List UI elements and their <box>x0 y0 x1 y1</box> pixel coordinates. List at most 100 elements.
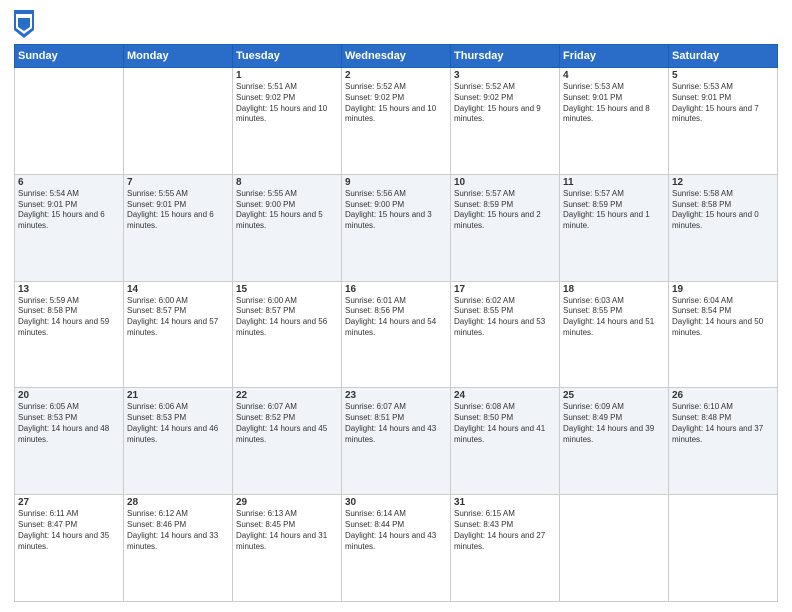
calendar-cell: 6Sunrise: 5:54 AM Sunset: 9:01 PM Daylig… <box>15 174 124 281</box>
calendar-cell: 11Sunrise: 5:57 AM Sunset: 8:59 PM Dayli… <box>560 174 669 281</box>
day-info: Sunrise: 6:03 AM Sunset: 8:55 PM Dayligh… <box>563 296 665 339</box>
day-number: 26 <box>672 390 774 401</box>
day-number: 23 <box>345 390 447 401</box>
day-number: 8 <box>236 177 338 188</box>
day-info: Sunrise: 5:52 AM Sunset: 9:02 PM Dayligh… <box>345 82 447 125</box>
day-info: Sunrise: 6:06 AM Sunset: 8:53 PM Dayligh… <box>127 402 229 445</box>
day-number: 11 <box>563 177 665 188</box>
day-number: 5 <box>672 70 774 81</box>
weekday-header: Friday <box>560 45 669 68</box>
calendar-week-row: 20Sunrise: 6:05 AM Sunset: 8:53 PM Dayli… <box>15 388 778 495</box>
calendar-cell: 10Sunrise: 5:57 AM Sunset: 8:59 PM Dayli… <box>451 174 560 281</box>
day-number: 22 <box>236 390 338 401</box>
day-number: 18 <box>563 284 665 295</box>
weekday-header-row: SundayMondayTuesdayWednesdayThursdayFrid… <box>15 45 778 68</box>
calendar-cell: 5Sunrise: 5:53 AM Sunset: 9:01 PM Daylig… <box>669 68 778 175</box>
calendar-week-row: 1Sunrise: 5:51 AM Sunset: 9:02 PM Daylig… <box>15 68 778 175</box>
day-info: Sunrise: 5:58 AM Sunset: 8:58 PM Dayligh… <box>672 189 774 232</box>
calendar-cell <box>15 68 124 175</box>
day-number: 21 <box>127 390 229 401</box>
day-number: 4 <box>563 70 665 81</box>
day-info: Sunrise: 6:10 AM Sunset: 8:48 PM Dayligh… <box>672 402 774 445</box>
calendar-cell: 27Sunrise: 6:11 AM Sunset: 8:47 PM Dayli… <box>15 495 124 602</box>
calendar-cell <box>124 68 233 175</box>
day-number: 6 <box>18 177 120 188</box>
calendar-cell: 29Sunrise: 6:13 AM Sunset: 8:45 PM Dayli… <box>233 495 342 602</box>
day-number: 1 <box>236 70 338 81</box>
weekday-header: Monday <box>124 45 233 68</box>
calendar-cell: 7Sunrise: 5:55 AM Sunset: 9:01 PM Daylig… <box>124 174 233 281</box>
day-number: 20 <box>18 390 120 401</box>
day-info: Sunrise: 6:08 AM Sunset: 8:50 PM Dayligh… <box>454 402 556 445</box>
day-info: Sunrise: 5:55 AM Sunset: 9:00 PM Dayligh… <box>236 189 338 232</box>
day-info: Sunrise: 5:55 AM Sunset: 9:01 PM Dayligh… <box>127 189 229 232</box>
calendar-cell: 13Sunrise: 5:59 AM Sunset: 8:58 PM Dayli… <box>15 281 124 388</box>
calendar-cell <box>560 495 669 602</box>
logo-icon <box>14 10 34 38</box>
calendar-cell: 28Sunrise: 6:12 AM Sunset: 8:46 PM Dayli… <box>124 495 233 602</box>
day-info: Sunrise: 6:00 AM Sunset: 8:57 PM Dayligh… <box>127 296 229 339</box>
day-number: 13 <box>18 284 120 295</box>
calendar-week-row: 27Sunrise: 6:11 AM Sunset: 8:47 PM Dayli… <box>15 495 778 602</box>
calendar: SundayMondayTuesdayWednesdayThursdayFrid… <box>14 44 778 602</box>
calendar-cell: 12Sunrise: 5:58 AM Sunset: 8:58 PM Dayli… <box>669 174 778 281</box>
calendar-cell: 17Sunrise: 6:02 AM Sunset: 8:55 PM Dayli… <box>451 281 560 388</box>
calendar-cell: 15Sunrise: 6:00 AM Sunset: 8:57 PM Dayli… <box>233 281 342 388</box>
day-number: 10 <box>454 177 556 188</box>
day-number: 24 <box>454 390 556 401</box>
day-info: Sunrise: 5:57 AM Sunset: 8:59 PM Dayligh… <box>454 189 556 232</box>
day-info: Sunrise: 6:13 AM Sunset: 8:45 PM Dayligh… <box>236 509 338 552</box>
day-number: 15 <box>236 284 338 295</box>
calendar-cell: 4Sunrise: 5:53 AM Sunset: 9:01 PM Daylig… <box>560 68 669 175</box>
day-info: Sunrise: 6:14 AM Sunset: 8:44 PM Dayligh… <box>345 509 447 552</box>
calendar-cell: 21Sunrise: 6:06 AM Sunset: 8:53 PM Dayli… <box>124 388 233 495</box>
calendar-cell: 14Sunrise: 6:00 AM Sunset: 8:57 PM Dayli… <box>124 281 233 388</box>
calendar-cell: 19Sunrise: 6:04 AM Sunset: 8:54 PM Dayli… <box>669 281 778 388</box>
day-info: Sunrise: 6:00 AM Sunset: 8:57 PM Dayligh… <box>236 296 338 339</box>
day-number: 12 <box>672 177 774 188</box>
weekday-header: Tuesday <box>233 45 342 68</box>
day-info: Sunrise: 6:05 AM Sunset: 8:53 PM Dayligh… <box>18 402 120 445</box>
day-number: 3 <box>454 70 556 81</box>
calendar-cell: 18Sunrise: 6:03 AM Sunset: 8:55 PM Dayli… <box>560 281 669 388</box>
day-number: 31 <box>454 497 556 508</box>
day-info: Sunrise: 6:07 AM Sunset: 8:52 PM Dayligh… <box>236 402 338 445</box>
day-number: 29 <box>236 497 338 508</box>
day-number: 25 <box>563 390 665 401</box>
day-number: 7 <box>127 177 229 188</box>
page: SundayMondayTuesdayWednesdayThursdayFrid… <box>0 0 792 612</box>
calendar-cell: 26Sunrise: 6:10 AM Sunset: 8:48 PM Dayli… <box>669 388 778 495</box>
weekday-header: Wednesday <box>342 45 451 68</box>
calendar-cell: 8Sunrise: 5:55 AM Sunset: 9:00 PM Daylig… <box>233 174 342 281</box>
calendar-cell: 22Sunrise: 6:07 AM Sunset: 8:52 PM Dayli… <box>233 388 342 495</box>
day-info: Sunrise: 6:01 AM Sunset: 8:56 PM Dayligh… <box>345 296 447 339</box>
day-number: 2 <box>345 70 447 81</box>
calendar-cell: 25Sunrise: 6:09 AM Sunset: 8:49 PM Dayli… <box>560 388 669 495</box>
day-info: Sunrise: 5:53 AM Sunset: 9:01 PM Dayligh… <box>563 82 665 125</box>
day-info: Sunrise: 5:57 AM Sunset: 8:59 PM Dayligh… <box>563 189 665 232</box>
calendar-cell: 2Sunrise: 5:52 AM Sunset: 9:02 PM Daylig… <box>342 68 451 175</box>
day-info: Sunrise: 6:09 AM Sunset: 8:49 PM Dayligh… <box>563 402 665 445</box>
weekday-header: Sunday <box>15 45 124 68</box>
day-info: Sunrise: 6:11 AM Sunset: 8:47 PM Dayligh… <box>18 509 120 552</box>
day-number: 17 <box>454 284 556 295</box>
header <box>14 10 778 38</box>
weekday-header: Thursday <box>451 45 560 68</box>
day-info: Sunrise: 6:15 AM Sunset: 8:43 PM Dayligh… <box>454 509 556 552</box>
logo <box>14 10 38 38</box>
calendar-cell: 31Sunrise: 6:15 AM Sunset: 8:43 PM Dayli… <box>451 495 560 602</box>
day-number: 28 <box>127 497 229 508</box>
day-info: Sunrise: 6:02 AM Sunset: 8:55 PM Dayligh… <box>454 296 556 339</box>
calendar-week-row: 6Sunrise: 5:54 AM Sunset: 9:01 PM Daylig… <box>15 174 778 281</box>
calendar-cell: 1Sunrise: 5:51 AM Sunset: 9:02 PM Daylig… <box>233 68 342 175</box>
calendar-cell: 30Sunrise: 6:14 AM Sunset: 8:44 PM Dayli… <box>342 495 451 602</box>
day-number: 27 <box>18 497 120 508</box>
day-info: Sunrise: 5:56 AM Sunset: 9:00 PM Dayligh… <box>345 189 447 232</box>
day-number: 19 <box>672 284 774 295</box>
day-info: Sunrise: 5:53 AM Sunset: 9:01 PM Dayligh… <box>672 82 774 125</box>
calendar-week-row: 13Sunrise: 5:59 AM Sunset: 8:58 PM Dayli… <box>15 281 778 388</box>
calendar-cell: 24Sunrise: 6:08 AM Sunset: 8:50 PM Dayli… <box>451 388 560 495</box>
calendar-cell: 23Sunrise: 6:07 AM Sunset: 8:51 PM Dayli… <box>342 388 451 495</box>
weekday-header: Saturday <box>669 45 778 68</box>
calendar-cell: 3Sunrise: 5:52 AM Sunset: 9:02 PM Daylig… <box>451 68 560 175</box>
